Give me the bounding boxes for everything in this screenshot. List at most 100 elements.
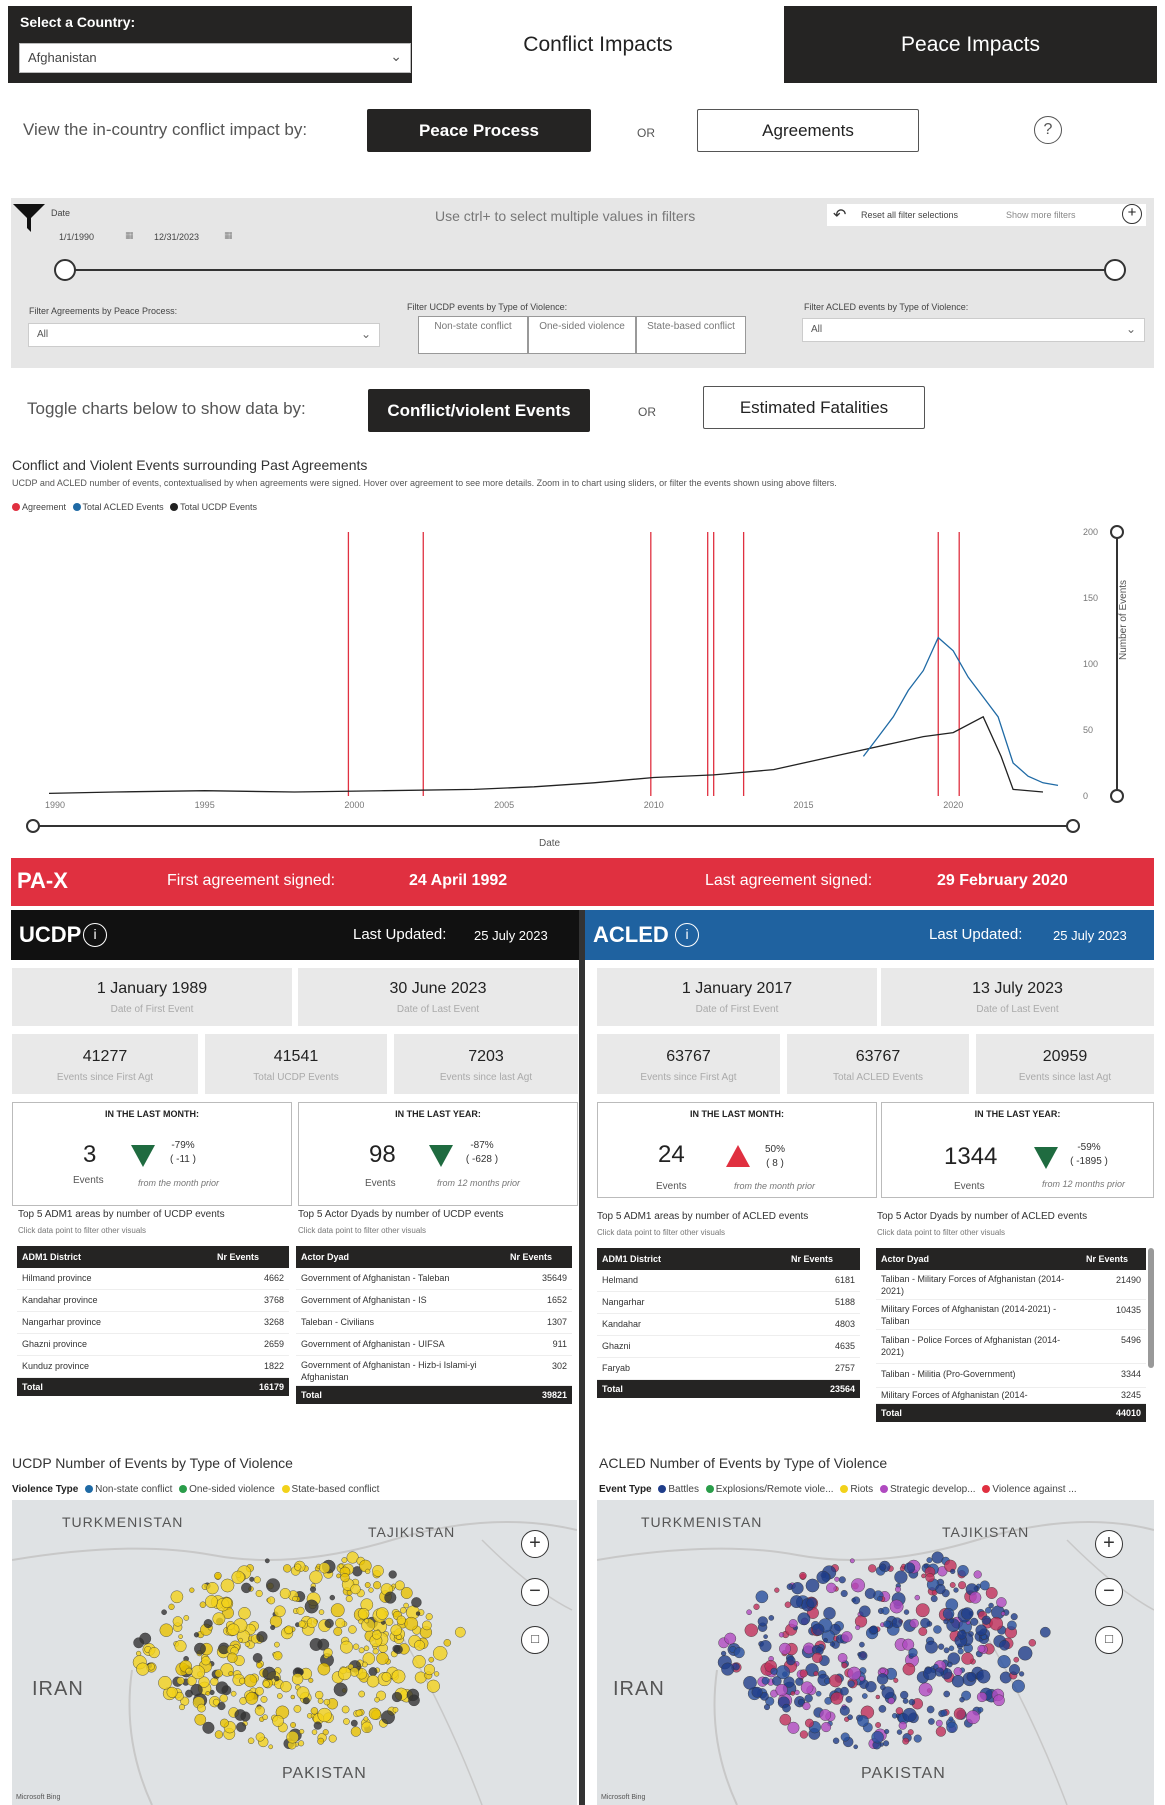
ucdp-event-dot[interactable] <box>341 1557 348 1563</box>
ucdp-event-dot[interactable] <box>255 1686 264 1696</box>
acled-event-dot[interactable] <box>828 1674 842 1688</box>
ucdp-event-markers[interactable] <box>12 1500 577 1805</box>
ucdp-event-dot[interactable] <box>267 1596 276 1605</box>
acled-event-dot[interactable] <box>819 1709 832 1721</box>
peace-process-button[interactable]: Peace Process <box>367 109 591 152</box>
ucdp-event-dot[interactable] <box>176 1676 185 1685</box>
acled-event-dot[interactable] <box>902 1698 909 1704</box>
ucdp-event-dot[interactable] <box>333 1682 348 1697</box>
acled-event-dot[interactable] <box>720 1650 727 1657</box>
legend-item[interactable]: Explosions/Remote viole... <box>716 1484 834 1495</box>
col-header[interactable]: Nr Events <box>217 1252 259 1262</box>
ucdp-event-dot[interactable] <box>368 1587 374 1593</box>
zoom-in-icon[interactable]: + <box>521 1530 549 1558</box>
acled-event-dot[interactable] <box>1009 1664 1021 1676</box>
ucdp-event-dot[interactable] <box>294 1563 302 1571</box>
ucdp-event-dot[interactable] <box>256 1662 263 1669</box>
table-row[interactable]: Ghazni 4635 <box>597 1336 860 1358</box>
ucdp-event-dot[interactable] <box>336 1573 341 1579</box>
ucdp-type-option[interactable]: Non-state conflict <box>418 316 528 354</box>
ucdp-event-dot[interactable] <box>262 1680 270 1688</box>
ucdp-event-dot[interactable] <box>308 1677 314 1683</box>
date-slider-end-handle[interactable] <box>1104 259 1126 281</box>
ucdp-event-dot[interactable] <box>279 1588 291 1599</box>
ucdp-event-dot[interactable] <box>190 1665 205 1680</box>
table-row[interactable]: Helmand 6181 <box>597 1270 860 1292</box>
acled-event-dot[interactable] <box>721 1662 735 1676</box>
ucdp-event-dot[interactable] <box>390 1624 402 1636</box>
acled-event-dot[interactable] <box>951 1674 965 1688</box>
acled-event-dot[interactable] <box>946 1721 958 1734</box>
acled-event-dot[interactable] <box>988 1602 994 1609</box>
acled-event-dot[interactable] <box>883 1620 891 1628</box>
ucdp-event-dot[interactable] <box>317 1737 325 1745</box>
ucdp-event-dot[interactable] <box>139 1632 152 1645</box>
ucdp-event-dot[interactable] <box>317 1707 332 1723</box>
ucdp-event-dot[interactable] <box>238 1607 251 1620</box>
ucdp-event-dot[interactable] <box>174 1640 187 1653</box>
ucdp-event-dot[interactable] <box>273 1605 286 1618</box>
ucdp-event-dot[interactable] <box>426 1679 440 1693</box>
acled-event-dot[interactable] <box>895 1707 904 1715</box>
acled-event-dot[interactable] <box>915 1603 930 1618</box>
acled-event-dot[interactable] <box>850 1578 865 1593</box>
acled-event-dot[interactable] <box>840 1589 848 1597</box>
acled-event-dot[interactable] <box>839 1705 850 1716</box>
acled-event-dot[interactable] <box>957 1630 967 1640</box>
ucdp-event-dot[interactable] <box>376 1652 389 1665</box>
acled-event-dot[interactable] <box>847 1680 855 1688</box>
acled-event-dot[interactable] <box>902 1707 917 1723</box>
acled-event-dot[interactable] <box>977 1644 986 1653</box>
acled-event-dot[interactable] <box>849 1558 855 1564</box>
ucdp-event-dot[interactable] <box>414 1671 427 1684</box>
ucdp-event-dot[interactable] <box>214 1571 222 1580</box>
ucdp-event-dot[interactable] <box>170 1590 184 1604</box>
ucdp-event-dot[interactable] <box>290 1722 296 1728</box>
acled-event-dot[interactable] <box>894 1570 908 1584</box>
ucdp-event-dot[interactable] <box>404 1616 419 1631</box>
table-row[interactable]: Government of Afghanistan - UIFSA 911 <box>296 1334 572 1356</box>
acled-event-dot[interactable] <box>943 1690 951 1698</box>
ucdp-event-dot[interactable] <box>454 1626 466 1638</box>
ucdp-event-dot[interactable] <box>368 1707 381 1720</box>
ucdp-event-dot[interactable] <box>338 1667 352 1681</box>
ucdp-event-dot[interactable] <box>315 1690 324 1700</box>
ucdp-event-dot[interactable] <box>412 1655 426 1669</box>
acled-event-dot[interactable] <box>923 1563 929 1569</box>
ucdp-event-dot[interactable] <box>302 1697 310 1705</box>
acled-event-dot[interactable] <box>969 1591 982 1604</box>
ucdp-event-dot[interactable] <box>243 1674 257 1688</box>
ucdp-event-dot[interactable] <box>230 1690 237 1697</box>
acled-event-dot[interactable] <box>902 1737 910 1745</box>
ucdp-event-dot[interactable] <box>313 1721 322 1730</box>
ucdp-event-dot[interactable] <box>364 1582 371 1588</box>
acled-event-dot[interactable] <box>957 1565 969 1577</box>
acled-event-dot[interactable] <box>934 1667 945 1677</box>
ucdp-event-dot[interactable] <box>189 1587 195 1593</box>
calendar-icon[interactable]: ▦ <box>224 230 233 241</box>
ucdp-event-dot[interactable] <box>183 1615 190 1621</box>
acled-event-dot[interactable] <box>797 1612 811 1626</box>
ucdp-event-dot[interactable] <box>178 1634 183 1639</box>
acled-event-dot[interactable] <box>786 1656 796 1666</box>
ucdp-event-dot[interactable] <box>310 1586 317 1593</box>
acled-event-dot[interactable] <box>813 1671 819 1677</box>
acled-event-dot[interactable] <box>976 1691 988 1703</box>
ucdp-event-dot[interactable] <box>329 1594 335 1601</box>
table-row[interactable]: Taliban - Military Forces of Afghanistan… <box>876 1270 1146 1300</box>
ucdp-event-dot[interactable] <box>373 1581 382 1590</box>
acled-event-dot[interactable] <box>981 1615 991 1625</box>
acled-event-dot[interactable] <box>802 1702 811 1711</box>
acled-event-dot[interactable] <box>925 1640 938 1654</box>
acled-event-dot[interactable] <box>1000 1611 1006 1616</box>
ucdp-event-dot[interactable] <box>338 1563 344 1569</box>
table-row[interactable]: Taleban - Civilians 1307 <box>296 1312 572 1334</box>
col-header[interactable]: Nr Events <box>510 1252 552 1262</box>
ucdp-event-dot[interactable] <box>241 1582 252 1594</box>
acled-event-dot[interactable] <box>943 1647 950 1654</box>
ucdp-event-dot[interactable] <box>376 1607 389 1620</box>
acled-event-dot[interactable] <box>918 1627 928 1636</box>
tab-conflict-impacts[interactable]: Conflict Impacts <box>412 6 784 83</box>
acled-event-dot[interactable] <box>790 1595 803 1609</box>
ucdp-event-dot[interactable] <box>396 1615 406 1625</box>
